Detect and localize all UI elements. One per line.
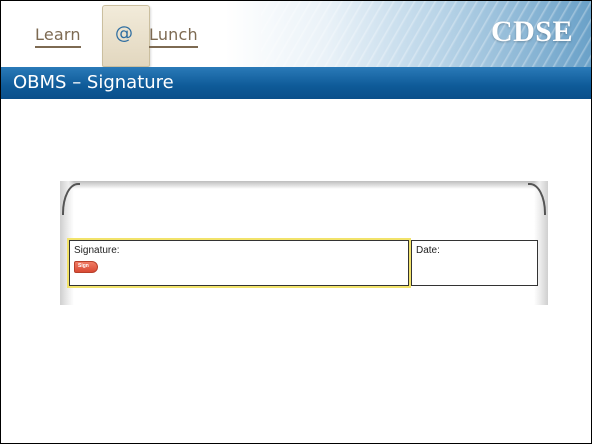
slide: Learn @ Lunch CDSE OBMS – Signature Sign… [0, 0, 592, 444]
logo-at-symbol: @ [115, 23, 133, 44]
title-bar: OBMS – Signature [1, 67, 591, 99]
sign-here-tab[interactable]: Sign [74, 261, 98, 273]
page-title: OBMS – Signature [13, 72, 174, 93]
logo-word-lunch: Lunch [149, 25, 198, 48]
date-label: Date: [416, 245, 440, 256]
sign-tab-label: Sign [78, 263, 89, 269]
header: Learn @ Lunch CDSE [1, 1, 591, 67]
date-field[interactable]: Date: [411, 240, 538, 286]
cdse-brand: CDSE [490, 15, 573, 48]
form-top-rule [60, 181, 548, 189]
learn-at-lunch-logo: Learn @ Lunch [35, 5, 205, 67]
signature-field[interactable]: Signature: Sign [67, 238, 411, 288]
logo-word-learn: Learn [35, 25, 81, 48]
form-screenshot: Signature: Sign Date: [60, 181, 548, 305]
signature-label: Signature: [74, 245, 120, 256]
